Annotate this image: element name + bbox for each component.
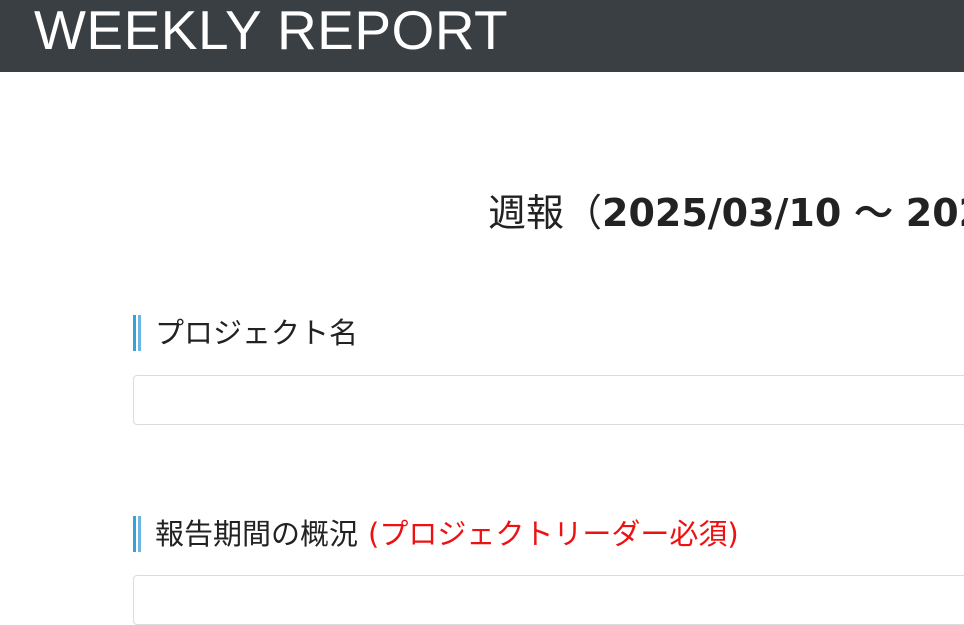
section-label: 報告期間の概況 (155, 517, 359, 551)
section-heading-overview: 報告期間の概況 (プロジェクトリーダー必須) (133, 516, 739, 552)
project-name-input[interactable] (133, 375, 964, 425)
section-heading-project-name: プロジェクト名 (133, 315, 358, 351)
heading-accent-bar (133, 315, 141, 351)
required-note: (プロジェクトリーダー必須) (368, 517, 739, 551)
page-title: 週報（2025/03/10 ～ 202 (488, 188, 964, 238)
title-prefix: 週報（ (488, 191, 603, 235)
overview-input[interactable] (133, 575, 964, 625)
section-label: プロジェクト名 (155, 316, 359, 350)
header-bar: WEEKLY REPORT (0, 0, 964, 72)
heading-accent-bar (133, 516, 141, 552)
app-brand[interactable]: WEEKLY REPORT (34, 0, 508, 62)
title-date-range: 2025/03/10 ～ 202 (602, 191, 964, 235)
